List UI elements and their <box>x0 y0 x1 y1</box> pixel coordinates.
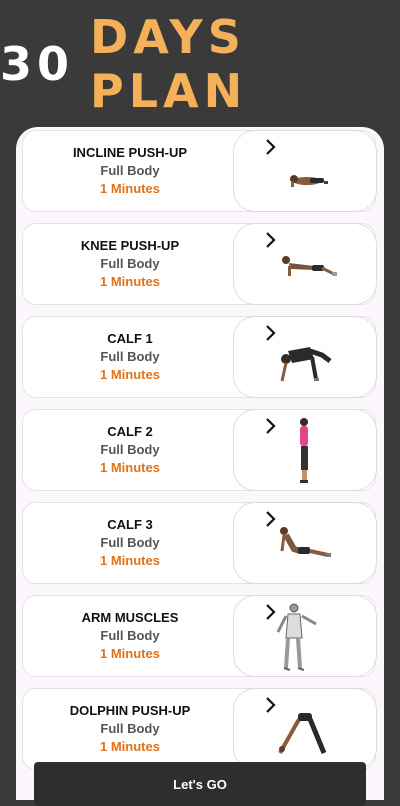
chevron-right-icon[interactable] <box>264 602 278 622</box>
exercise-thumbnail <box>233 223 377 305</box>
exercise-card[interactable]: CALF 1 Full Body 1 Minutes <box>22 316 377 398</box>
exercise-thumbnail <box>233 409 377 491</box>
exercise-thumbnail <box>233 316 377 398</box>
exercise-duration: 1 Minutes <box>100 553 160 568</box>
lets-go-button[interactable]: Let's GO <box>34 762 366 806</box>
page-title: 30 DAYS PLAN <box>0 0 400 128</box>
exercise-duration: 1 Minutes <box>100 646 160 661</box>
exercise-card[interactable]: CALF 2 Full Body 1 Minutes <box>22 409 377 491</box>
chevron-right-icon[interactable] <box>264 509 278 529</box>
exercise-name: KNEE PUSH-UP <box>80 238 180 253</box>
title-number: 30 <box>0 37 75 91</box>
exercise-category: Full Body <box>100 163 160 178</box>
exercise-name: CALF 2 <box>107 424 153 439</box>
exercise-name: INCLINE PUSH-UP <box>72 145 188 160</box>
exercise-duration: 1 Minutes <box>100 739 160 754</box>
chevron-right-icon[interactable] <box>264 230 278 250</box>
exercise-name: CALF 3 <box>107 517 153 532</box>
exercise-name: ARM MUSCLES <box>81 610 179 625</box>
exercise-info: CALF 3 Full Body 1 Minutes <box>23 503 237 583</box>
exercise-card[interactable]: DOLPHIN PUSH-UP Full Body 1 Minutes <box>22 688 377 770</box>
exercise-duration: 1 Minutes <box>100 367 160 382</box>
exercise-category: Full Body <box>100 442 160 457</box>
exercise-thumbnail <box>233 502 377 584</box>
exercise-thumbnail <box>233 688 377 770</box>
exercise-info: DOLPHIN PUSH-UP Full Body 1 Minutes <box>23 689 237 769</box>
exercise-category: Full Body <box>100 628 160 643</box>
chevron-right-icon[interactable] <box>264 416 278 436</box>
exercise-category: Full Body <box>100 256 160 271</box>
exercise-category: Full Body <box>100 349 160 364</box>
exercise-list[interactable]: INCLINE PUSH-UP Full Body 1 Minutes KNEE… <box>16 127 384 800</box>
exercise-duration: 1 Minutes <box>100 460 160 475</box>
chevron-right-icon[interactable] <box>264 137 278 157</box>
exercise-info: ARM MUSCLES Full Body 1 Minutes <box>23 596 237 676</box>
exercise-info: KNEE PUSH-UP Full Body 1 Minutes <box>23 224 237 304</box>
exercise-card[interactable]: INCLINE PUSH-UP Full Body 1 Minutes <box>22 130 377 212</box>
exercise-name: CALF 1 <box>107 331 153 346</box>
exercise-category: Full Body <box>100 535 160 550</box>
exercise-card[interactable]: KNEE PUSH-UP Full Body 1 Minutes <box>22 223 377 305</box>
exercise-info: INCLINE PUSH-UP Full Body 1 Minutes <box>23 131 237 211</box>
exercise-duration: 1 Minutes <box>100 181 160 196</box>
exercise-card[interactable]: CALF 3 Full Body 1 Minutes <box>22 502 377 584</box>
exercise-category: Full Body <box>100 721 160 736</box>
exercise-duration: 1 Minutes <box>100 274 160 289</box>
exercise-thumbnail <box>233 130 377 212</box>
exercise-card[interactable]: ARM MUSCLES Full Body 1 Minutes <box>22 595 377 677</box>
exercise-thumbnail <box>233 595 377 677</box>
exercise-name: DOLPHIN PUSH-UP <box>69 703 191 718</box>
title-text: DAYS PLAN <box>90 10 248 118</box>
chevron-right-icon[interactable] <box>264 695 278 715</box>
chevron-right-icon[interactable] <box>264 323 278 343</box>
exercise-info: CALF 2 Full Body 1 Minutes <box>23 410 237 490</box>
exercise-info: CALF 1 Full Body 1 Minutes <box>23 317 237 397</box>
